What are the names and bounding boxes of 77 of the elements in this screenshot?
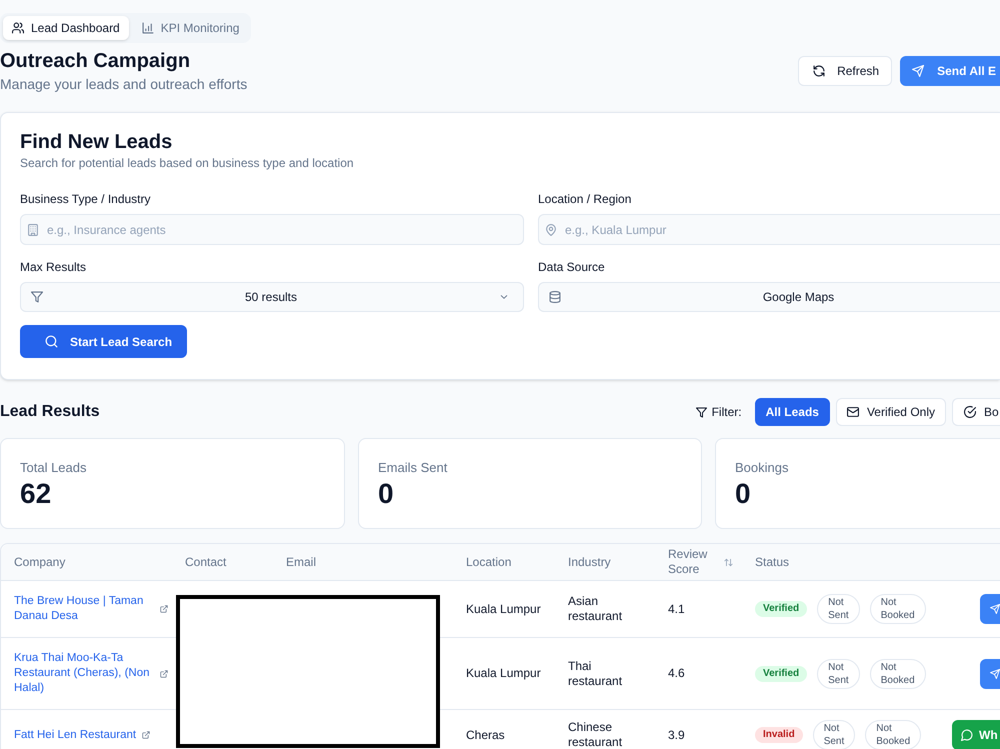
table-cell: Cheras xyxy=(466,728,505,742)
table-cell-text: Thai restaurant xyxy=(568,658,624,688)
map-pin-icon xyxy=(545,224,557,236)
users-icon xyxy=(12,22,24,34)
booking-status-badge: Not Booked xyxy=(870,658,926,688)
column-header: Industry xyxy=(568,554,611,570)
send-icon xyxy=(912,65,924,77)
search-icon xyxy=(45,335,58,348)
stat-label: Total Leads xyxy=(20,459,86,477)
field-label: Business Type / Industry xyxy=(20,191,151,207)
stat-value: 0 xyxy=(735,478,751,510)
column-header: Review Score xyxy=(668,547,708,577)
column-header: Email xyxy=(286,554,316,570)
email-status-badge: Not Sent xyxy=(817,594,860,624)
email-status-badge: Not Sent xyxy=(812,720,856,749)
page-title: Outreach Campaign xyxy=(0,49,192,74)
mail-icon xyxy=(846,406,859,418)
filter-button[interactable]: Bo xyxy=(952,398,1000,426)
filter-icon xyxy=(696,406,707,418)
send-icon xyxy=(990,604,1000,614)
input-field[interactable]: e.g., Kuala Lumpur xyxy=(538,214,1000,245)
table-cell: 4.6 xyxy=(668,666,685,681)
column-header: Company xyxy=(14,554,66,570)
send-all-button[interactable]: Send All E xyxy=(900,56,1000,86)
external-link-icon xyxy=(142,731,150,739)
tab[interactable]: Lead Dashboard xyxy=(3,16,129,40)
section-title: Lead Results xyxy=(0,402,100,422)
refresh-button[interactable]: Refresh xyxy=(798,56,892,86)
stat-label: Emails Sent xyxy=(378,459,448,477)
table-cell: 3.9 xyxy=(668,728,685,742)
booking-status-badge: Not Booked xyxy=(865,720,922,749)
field-label: Location / Region xyxy=(538,191,632,207)
input-field[interactable]: e.g., Insurance agents xyxy=(20,214,524,245)
company-link[interactable]: Fatt Hei Len Restaurant xyxy=(14,728,136,742)
send-icon xyxy=(990,668,1000,678)
filter-button[interactable]: Verified Only xyxy=(836,398,946,426)
card-subtitle: Search for potential leads based on business type and location xyxy=(20,155,355,171)
select-field[interactable]: 50 results xyxy=(20,282,524,312)
verification-badge: Invalid xyxy=(755,727,803,743)
bar-chart-icon xyxy=(142,22,154,34)
booking-status-badge: Not Booked xyxy=(870,594,926,624)
card-title: Find New Leads xyxy=(20,130,174,155)
chat-bubble-icon xyxy=(961,729,973,741)
filter-label: Filter: xyxy=(712,404,742,421)
stat-value: 0 xyxy=(378,478,394,510)
email-status-badge: Not Sent xyxy=(817,658,860,688)
refresh-icon xyxy=(813,65,826,77)
verification-badge: Verified xyxy=(755,601,808,617)
table-cell-text: Asian restaurant xyxy=(568,594,624,624)
page-subtitle: Manage your leads and outreach efforts xyxy=(0,75,248,94)
building-icon xyxy=(27,224,39,236)
external-link-icon xyxy=(160,605,168,613)
database-icon xyxy=(549,291,561,303)
verification-badge: Verified xyxy=(755,666,808,682)
company-link[interactable]: Krua Thai Moo-Ka-Ta Restaurant (Cheras), (Non Halal) xyxy=(14,651,154,696)
field-label: Data Source xyxy=(538,259,605,275)
message-button[interactable]: Wh xyxy=(952,720,1000,749)
start-search-button[interactable]: Start Lead Search xyxy=(20,325,187,358)
table-cell: 4.1 xyxy=(668,602,685,616)
stat-value: 62 xyxy=(20,478,52,510)
select-field[interactable]: Google Maps xyxy=(538,282,1000,312)
external-link-icon xyxy=(160,670,168,678)
send-button[interactable] xyxy=(980,658,1000,688)
field-label: Max Results xyxy=(20,259,86,275)
table-cell: Kuala Lumpur xyxy=(466,666,541,681)
filter-icon xyxy=(31,291,43,303)
check-circle-icon xyxy=(964,406,976,418)
column-header: Location xyxy=(466,554,512,570)
table-cell-text: Chinese restaurant xyxy=(568,720,624,749)
tab[interactable]: KPI Monitoring xyxy=(132,16,248,40)
column-header: Contact xyxy=(185,554,226,570)
stat-label: Bookings xyxy=(735,459,788,477)
table-cell: Kuala Lumpur xyxy=(466,602,541,616)
send-button[interactable] xyxy=(980,594,1000,624)
filter-button[interactable]: All Leads xyxy=(754,398,830,426)
company-link[interactable]: The Brew House | Taman Danau Desa xyxy=(14,594,154,624)
column-header: Status xyxy=(755,554,790,570)
